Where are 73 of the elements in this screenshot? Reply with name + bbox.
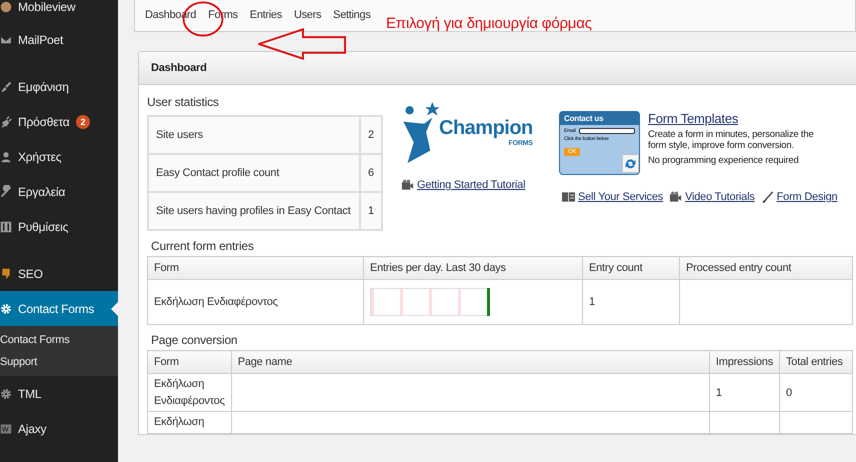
- nav-tab[interactable]: Users: [288, 9, 328, 21]
- column-header: Entries per day. Last 30 days: [364, 256, 582, 280]
- column-header: Page name: [231, 350, 710, 374]
- menu-label: Ajaxy: [18, 422, 46, 436]
- menu-label: Mobileview: [18, 0, 76, 14]
- sidebar-menu-item[interactable]: Mobileview: [0, 0, 118, 22]
- getting-started-link[interactable]: Getting Started Tutorial: [417, 179, 526, 191]
- table-cell: 1: [360, 192, 382, 230]
- section-title: Page conversion: [151, 333, 238, 347]
- video-camera-icon: [669, 191, 682, 203]
- menu-label: TML: [18, 386, 42, 400]
- person-icon: [0, 150, 12, 164]
- gear-icon: [0, 302, 12, 316]
- menu-label: Ρυθμίσεις: [18, 220, 68, 234]
- menu-label: Contact Forms: [18, 302, 94, 316]
- logo-name: Champion: [439, 117, 533, 140]
- sidebar-menu-item[interactable]: MailPoet: [0, 22, 118, 57]
- menu-label: Εργαλεία: [18, 184, 66, 198]
- section-title: User statistics: [147, 95, 219, 109]
- form-templates-link[interactable]: Form Templates: [648, 111, 823, 126]
- table-cell: Εκδήλωση Ενδιαφέροντος: [148, 280, 364, 324]
- table-cell: Εκδήλωση: [148, 412, 232, 433]
- video-camera-icon: [401, 179, 414, 191]
- table-cell: Site users having profiles in Easy Contact: [148, 192, 360, 230]
- table-cell: 6: [360, 154, 382, 192]
- sidebar-menu-item[interactable]: Πρόσθετα 2: [0, 104, 118, 139]
- table-cell: 2: [360, 116, 382, 154]
- table-cell: 1: [582, 280, 680, 324]
- preview-title: Contact us: [560, 112, 639, 125]
- annotation-text: Επιλογή για δημιουργία φόρμας: [386, 15, 592, 32]
- menu-label: SEO: [18, 266, 43, 280]
- sidebar-menu-item[interactable]: Εμφάνιση: [0, 69, 118, 104]
- menu-label: Πρόσθετα: [18, 114, 70, 128]
- sidebar-menu-item[interactable]: Χρήστες: [0, 139, 118, 174]
- sidebar-menu-item[interactable]: Εργαλεία: [0, 174, 118, 209]
- table-cell: Εκδήλωση Ενδιαφέροντος: [148, 374, 232, 412]
- column-header: Form: [148, 256, 364, 280]
- panel-title: Dashboard: [151, 62, 207, 74]
- resource-link[interactable]: Video Tutorials: [685, 191, 755, 203]
- table-cell: Site users: [148, 116, 360, 154]
- column-header: Entry count: [582, 256, 680, 280]
- sidebar-menu-item[interactable]: Contact Forms: [0, 291, 118, 326]
- sidebar-menu-item[interactable]: Ajaxy: [0, 411, 118, 446]
- sidebar-menu-item[interactable]: TML: [0, 376, 118, 411]
- menu-label: Εμφάνιση: [18, 80, 69, 94]
- refresh-icon: [622, 153, 639, 174]
- sidebar-menu-item[interactable]: Ρυθμίσεις: [0, 209, 118, 244]
- current-pointer: [111, 302, 118, 316]
- update-count: 2: [76, 114, 90, 128]
- column-header: Total entries: [780, 350, 852, 374]
- form-templates-description: Create a form in minutes, personalize the form style, improve form conversion.: [648, 129, 815, 152]
- submenu-item[interactable]: Support: [0, 356, 118, 368]
- wrench-icon: [0, 184, 12, 198]
- nav-tab[interactable]: Entries: [244, 9, 288, 21]
- column-header: Impressions: [709, 350, 780, 374]
- column-header: Processed entry count: [680, 256, 852, 280]
- book-icon: [562, 191, 575, 203]
- sidebar-menu-item[interactable]: SEO: [0, 256, 118, 291]
- nav-tab[interactable]: Settings: [327, 9, 377, 21]
- table-cell: 0: [786, 386, 792, 398]
- section-title: Current form entries: [151, 239, 254, 253]
- menu-label: Χρήστες: [18, 150, 62, 164]
- resource-link[interactable]: Sell Your Services: [578, 191, 664, 203]
- menu-label: MailPoet: [18, 32, 64, 46]
- paintbrush-icon: [760, 191, 774, 203]
- form-templates-note: No programming experience required: [648, 154, 800, 166]
- table-cell: 1: [716, 386, 722, 398]
- resource-link[interactable]: Form Design: [776, 191, 838, 203]
- column-header: Form: [148, 350, 232, 374]
- brush-icon: [0, 80, 12, 94]
- plug-icon: [0, 114, 12, 128]
- table-cell: Easy Contact profile count: [148, 154, 360, 192]
- submenu-item[interactable]: Contact Forms: [0, 334, 118, 346]
